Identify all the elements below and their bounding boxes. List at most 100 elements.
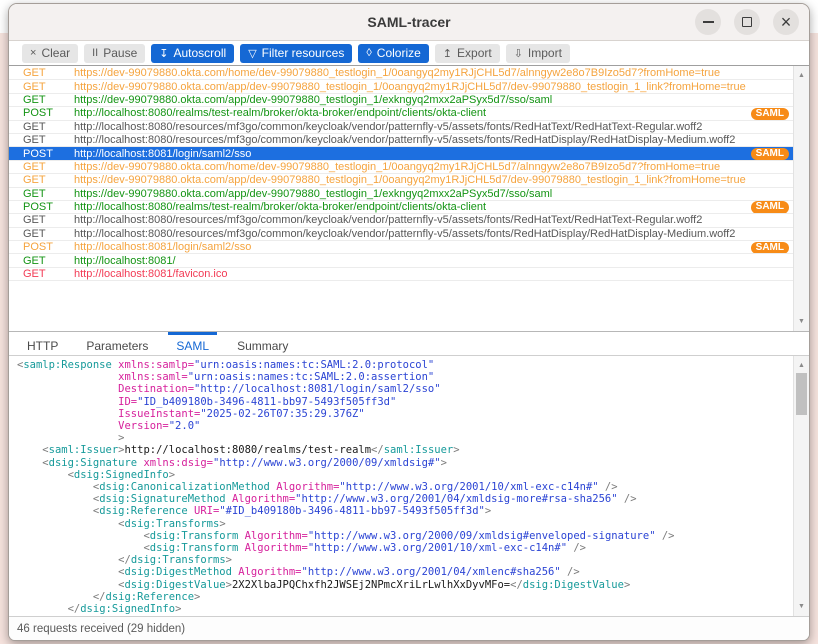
request-method: GET	[23, 134, 74, 146]
toolbar-button-label: Pause	[103, 46, 137, 60]
scrollbar-thumb[interactable]	[796, 373, 807, 415]
request-url: https://dev-99079880.okta.com/app/dev-99…	[74, 188, 793, 200]
toolbar-button-label: Clear	[41, 46, 70, 60]
close-icon: ×	[781, 13, 792, 31]
request-method: GET	[23, 188, 74, 200]
request-list-pane: GEThttps://dev-99079880.okta.com/home/de…	[9, 66, 809, 332]
request-row[interactable]: GEThttps://dev-99079880.okta.com/app/dev…	[9, 94, 793, 107]
request-url: https://dev-99079880.okta.com/home/dev-9…	[74, 67, 793, 79]
xml-line: <saml:Issuer>http://localhost:8080/realm…	[17, 444, 793, 456]
toolbar-button-label: Export	[457, 46, 492, 60]
toolbar-button-label: Colorize	[377, 46, 421, 60]
xml-line: <dsig:SignatureMethod Algorithm="http://…	[17, 493, 793, 505]
request-method: GET	[23, 174, 74, 186]
request-url: http://localhost:8080/resources/mf3go/co…	[74, 214, 793, 226]
import-button[interactable]: ⇩Import	[506, 44, 570, 63]
scroll-down-arrow[interactable]: ▼	[794, 600, 809, 613]
filter-resources-button[interactable]: ▽ Filter resources	[240, 44, 352, 63]
request-row[interactable]: POSThttp://localhost:8080/realms/test-re…	[9, 107, 793, 120]
request-url: http://localhost:8080/realms/test-realm/…	[74, 201, 793, 213]
request-url: http://localhost:8080/realms/test-realm/…	[74, 107, 793, 119]
export-button[interactable]: ↥Export	[435, 44, 500, 63]
saml-xml-pane: <samlp:Response xmlns:samlp="urn:oasis:n…	[9, 356, 809, 616]
request-row[interactable]: GEThttp://localhost:8081/	[9, 254, 793, 267]
xml-line: <dsig:DigestMethod Algorithm="http://www…	[17, 566, 793, 578]
request-url: https://dev-99079880.okta.com/home/dev-9…	[74, 161, 793, 173]
xml-line: IssueInstant="2025-02-26T07:35:29.376Z"	[17, 408, 793, 420]
request-method: POST	[23, 241, 74, 253]
clear-button[interactable]: × Clear	[22, 44, 78, 63]
request-row[interactable]: GEThttps://dev-99079880.okta.com/home/de…	[9, 67, 793, 80]
pause-button[interactable]: II Pause	[84, 44, 145, 63]
request-url: http://localhost:8081/favicon.ico	[74, 268, 793, 280]
saml-tracer-window: SAML-tracer × × Clear II Pause ↧Autoscroll ▽ F…	[8, 3, 810, 641]
maximize-button[interactable]	[734, 9, 760, 35]
xml-line: <dsig:Transforms>	[17, 518, 793, 530]
request-list-scrollbar[interactable]: ▲ ▼	[793, 66, 809, 331]
request-row[interactable]: GEThttps://dev-99079880.okta.com/app/dev…	[9, 80, 793, 93]
request-list: GEThttps://dev-99079880.okta.com/home/de…	[9, 67, 793, 281]
request-method: GET	[23, 268, 74, 280]
request-url: https://dev-99079880.okta.com/app/dev-99…	[74, 81, 793, 93]
xml-line: </dsig:Reference>	[17, 591, 793, 603]
minimize-icon	[703, 21, 714, 23]
titlebar[interactable]: SAML-tracer ×	[9, 4, 809, 41]
detail-tabs: HTTPParametersSAMLSummary	[9, 332, 809, 356]
request-method: GET	[23, 67, 74, 79]
request-row[interactable]: POSThttp://localhost:8081/login/saml2/ss…	[9, 147, 793, 160]
request-url: http://localhost:8080/resources/mf3go/co…	[74, 228, 793, 240]
request-row[interactable]: GEThttps://dev-99079880.okta.com/home/de…	[9, 161, 793, 174]
saml-xml-content: <samlp:Response xmlns:samlp="urn:oasis:n…	[9, 359, 793, 616]
request-url: http://localhost:8081/	[74, 255, 793, 267]
tab-summary[interactable]: Summary	[223, 332, 302, 355]
request-row[interactable]: GEThttps://dev-99079880.okta.com/app/dev…	[9, 174, 793, 187]
request-row[interactable]: POSThttp://localhost:8081/login/saml2/ss…	[9, 241, 793, 254]
xml-line: Version="2.0"	[17, 420, 793, 432]
request-row[interactable]: GEThttp://localhost:8080/resources/mf3go…	[9, 214, 793, 227]
filter-icon: ▽	[248, 47, 256, 60]
tab-saml[interactable]: SAML	[162, 332, 223, 355]
scroll-up-arrow[interactable]: ▲	[794, 359, 809, 372]
clear-icon: ×	[30, 47, 36, 59]
toolbar-button-label: Filter resources	[262, 46, 345, 60]
toolbar-button-label: Autoscroll	[174, 46, 227, 60]
autoscroll-button[interactable]: ↧Autoscroll	[151, 44, 234, 63]
xml-line: <dsig:CanonicalizationMethod Algorithm="…	[17, 481, 793, 493]
request-row[interactable]: POSThttp://localhost:8080/realms/test-re…	[9, 201, 793, 214]
request-method: GET	[23, 228, 74, 240]
window-title: SAML-tracer	[367, 14, 450, 30]
xml-line: <dsig:DigestValue>2X2XlbaJPQChxfh2JWSEj2…	[17, 579, 793, 591]
request-row[interactable]: GEThttp://localhost:8080/resources/mf3go…	[9, 228, 793, 241]
saml-badge: SAML	[751, 108, 789, 120]
xml-line: <dsig:Transform Algorithm="http://www.w3…	[17, 530, 793, 542]
request-url: http://localhost:8081/login/saml2/sso	[74, 148, 793, 160]
xml-line: ID="ID_b409180b-3496-4811-bb97-5493f505f…	[17, 396, 793, 408]
request-row[interactable]: GEThttp://localhost:8080/resources/mf3go…	[9, 134, 793, 147]
request-method: GET	[23, 214, 74, 226]
request-method: GET	[23, 121, 74, 133]
status-text: 46 requests received (29 hidden)	[17, 623, 185, 635]
xml-scrollbar[interactable]: ▲ ▼	[793, 356, 809, 616]
scroll-up-arrow[interactable]: ▲	[794, 69, 809, 82]
toolbar-button-label: Import	[528, 46, 562, 60]
close-button[interactable]: ×	[773, 9, 799, 35]
tab-parameters[interactable]: Parameters	[72, 332, 162, 355]
tab-http[interactable]: HTTP	[13, 332, 72, 355]
scroll-down-arrow[interactable]: ▼	[794, 315, 809, 328]
toolbar: × Clear II Pause ↧Autoscroll ▽ Filter resource…	[9, 41, 809, 66]
minimize-button[interactable]	[695, 9, 721, 35]
request-method: GET	[23, 94, 74, 106]
saml-badge: SAML	[751, 242, 789, 254]
saml-badge: SAML	[751, 148, 789, 160]
request-url: http://localhost:8080/resources/mf3go/co…	[74, 121, 793, 133]
xml-line: </dsig:SignedInfo>	[17, 603, 793, 615]
xml-line: <dsig:Transform Algorithm="http://www.w3…	[17, 542, 793, 554]
request-method: GET	[23, 161, 74, 173]
request-row[interactable]: GEThttp://localhost:8081/favicon.ico	[9, 268, 793, 281]
xml-line: </dsig:Transforms>	[17, 554, 793, 566]
request-method: GET	[23, 255, 74, 267]
request-row[interactable]: GEThttp://localhost:8080/resources/mf3go…	[9, 121, 793, 134]
request-row[interactable]: GEThttps://dev-99079880.okta.com/app/dev…	[9, 188, 793, 201]
pause-icon: II	[92, 47, 98, 59]
colorize-button[interactable]: ◊Colorize	[358, 44, 428, 63]
